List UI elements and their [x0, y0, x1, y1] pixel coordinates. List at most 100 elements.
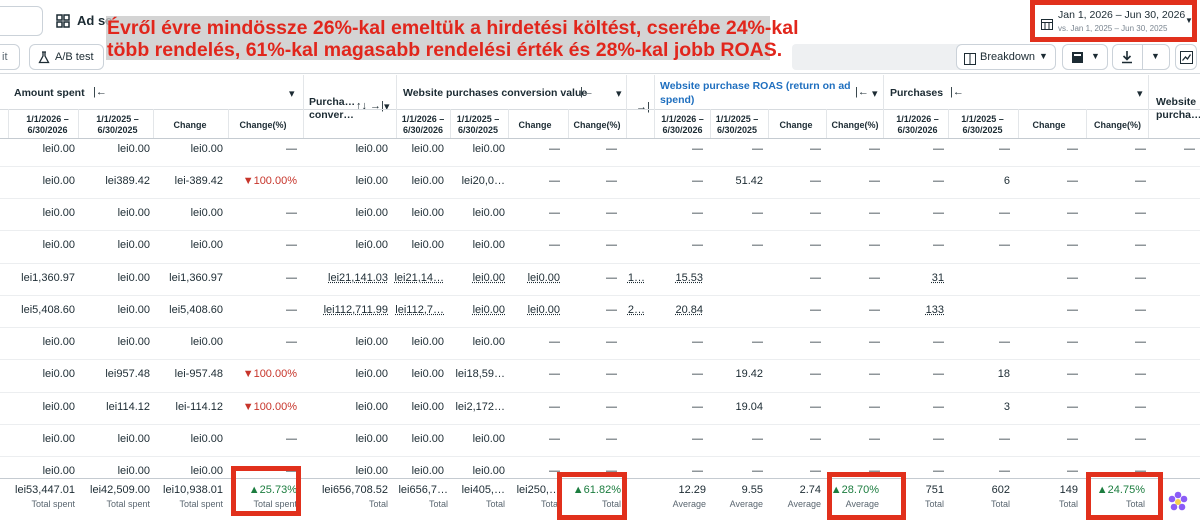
- purchase-conversion-header-line2[interactable]: conver…: [309, 109, 354, 121]
- table-cell: lei0.00: [528, 272, 560, 284]
- table-cell: 18: [998, 368, 1010, 380]
- table-cell: 19.42: [735, 368, 763, 380]
- table-cell: —: [692, 239, 703, 251]
- purchases-header[interactable]: Purchases: [890, 87, 943, 99]
- reports-button[interactable]: ▼: [1062, 44, 1108, 70]
- table-cell: lei112,7…: [395, 304, 444, 316]
- table-cell: —: [869, 304, 880, 316]
- expand-icon[interactable]: →|: [636, 101, 650, 113]
- table-cell: —: [286, 207, 297, 219]
- table-cell: lei0.00: [412, 433, 444, 445]
- table-cell: —: [1067, 433, 1078, 445]
- sort-icon[interactable]: ↑↓: [356, 100, 367, 112]
- dropdown-caret-icon[interactable]: ▾: [872, 87, 878, 100]
- collapse-icon[interactable]: |←: [580, 86, 594, 98]
- table-cell: lei0.00: [412, 143, 444, 155]
- row-divider: [0, 456, 1200, 457]
- table-cell: —: [869, 175, 880, 187]
- table-cell: —: [1067, 239, 1078, 251]
- period-b-header: 1/1/2025 –: [955, 114, 1010, 125]
- table-cell: —: [1184, 143, 1195, 155]
- table-cell: —: [1067, 143, 1078, 155]
- table-row[interactable]: [0, 203, 1200, 233]
- table-cell: —: [286, 239, 297, 251]
- collapse-icon[interactable]: |←: [950, 86, 964, 98]
- table-cell: —: [999, 433, 1010, 445]
- table-cell: lei957.48: [105, 368, 150, 380]
- change-header: Change: [1020, 120, 1078, 131]
- table-cell: —: [810, 207, 821, 219]
- total-label: Total spent: [31, 499, 75, 509]
- breakdown-icon: [964, 52, 976, 70]
- period-b-header: 1/1/2025 –: [452, 114, 504, 125]
- website-purchases-header[interactable]: Website: [1156, 96, 1196, 108]
- change-pct-header: Change(%): [830, 120, 880, 131]
- export-button[interactable]: ▼: [1112, 44, 1170, 70]
- collapse-icon[interactable]: |←: [855, 86, 869, 98]
- table-row[interactable]: [0, 235, 1200, 265]
- date-range-picker[interactable]: Jan 1, 2026 – Jun 30, 2026 vs. Jan 1, 20…: [1030, 0, 1197, 42]
- dropdown-caret-icon[interactable]: ▾: [384, 100, 390, 113]
- total-label: Average: [730, 499, 763, 509]
- row-divider: [0, 166, 1200, 167]
- table-cell: —: [933, 401, 944, 413]
- table-row[interactable]: [0, 332, 1200, 362]
- annotation-line-2: több rendelés, 61%-kal magasabb rendelés…: [107, 39, 782, 61]
- table-cell: lei0.00: [412, 175, 444, 187]
- roas-header[interactable]: Website purchase ROAS (return on ad: [660, 80, 851, 92]
- reports-icon: [1071, 51, 1084, 69]
- table-cell: lei0.00: [473, 207, 505, 219]
- table-cell: lei0.00: [412, 368, 444, 380]
- total-value: 9.55: [742, 484, 763, 496]
- chart-button[interactable]: [1175, 44, 1197, 70]
- website-purchases-header-line2[interactable]: purcha…: [1156, 109, 1200, 121]
- table-cell: lei0.00: [356, 465, 388, 477]
- expand-icon[interactable]: →|: [370, 100, 384, 112]
- table-cell: lei0.00: [118, 304, 150, 316]
- table-cell: —: [810, 239, 821, 251]
- table-cell: —: [810, 272, 821, 284]
- chart-icon: [1180, 51, 1193, 69]
- period-b-header-line2: 6/30/2025: [80, 125, 155, 136]
- amount-spent-header[interactable]: Amount spent: [14, 87, 85, 99]
- ab-test-button[interactable]: A/B test: [29, 44, 104, 70]
- table-cell: lei-114.12: [176, 401, 224, 413]
- table-cell: lei2,172…: [455, 401, 505, 413]
- total-value: 751: [926, 484, 944, 496]
- table-cell: —: [1135, 143, 1146, 155]
- dropdown-caret-icon[interactable]: ▾: [1137, 87, 1143, 100]
- breakdown-button[interactable]: Breakdown ▼: [956, 44, 1056, 70]
- website-purchases-conv-value-header[interactable]: Website purchases conversion value: [403, 87, 587, 99]
- table-row[interactable]: [0, 429, 1200, 459]
- calendar-icon: [1041, 17, 1053, 35]
- table-cell: lei0.00: [473, 433, 505, 445]
- table-cell: lei0.00: [43, 336, 75, 348]
- toolbar-divider: [0, 73, 1200, 74]
- table-cell: —: [1067, 368, 1078, 380]
- caret-down-icon: ▼: [1185, 16, 1193, 25]
- roas-header-line2[interactable]: spend): [660, 94, 694, 106]
- table-cell: —: [752, 239, 763, 251]
- dropdown-caret-icon[interactable]: ▾: [289, 87, 295, 100]
- table-cell: —: [810, 336, 821, 348]
- table-cell: lei0.00: [118, 143, 150, 155]
- table-cell: lei0.00: [356, 175, 388, 187]
- purchase-conversion-header[interactable]: Purcha…: [309, 96, 355, 108]
- dropdown-caret-icon[interactable]: ▾: [616, 87, 622, 100]
- edit-button[interactable]: it: [0, 44, 20, 70]
- table-row[interactable]: [0, 139, 1200, 169]
- table-cell: —: [933, 175, 944, 187]
- table-cell: —: [810, 401, 821, 413]
- change-header: Change: [155, 120, 225, 131]
- table-cell: —: [752, 465, 763, 477]
- collapse-icon[interactable]: |←: [93, 86, 107, 98]
- table-cell: lei0.00: [473, 465, 505, 477]
- column-divider: [78, 109, 79, 138]
- highlight-box: [231, 466, 301, 516]
- table-cell: —: [606, 272, 617, 284]
- highlight-box: [557, 472, 627, 520]
- total-label: Average: [788, 499, 821, 509]
- table-cell: —: [606, 143, 617, 155]
- total-value: lei656,7…: [398, 484, 448, 496]
- assistant-flower-icon[interactable]: [1166, 490, 1190, 514]
